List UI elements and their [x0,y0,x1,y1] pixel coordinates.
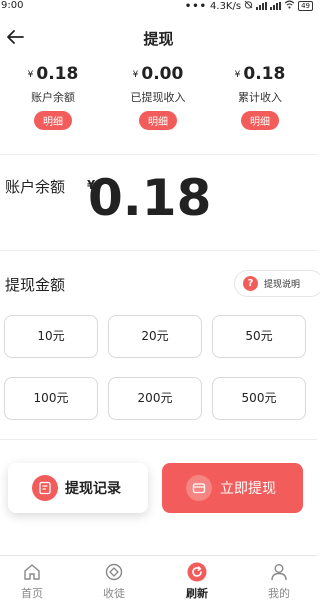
stat-value: 0.18 [36,64,79,84]
amount-option-50[interactable]: 50元 [212,315,306,358]
nav-label: 我的 [268,587,290,600]
records-label: 提现记录 [65,481,121,497]
refresh-icon [187,562,207,582]
page-title: 提现 [143,30,174,48]
stats-row: ¥0.18 账户余额 明细 ¥0.00 已提现收入 明细 ¥0.18 累计收入 … [0,62,317,142]
stat-account-balance: ¥0.18 账户余额 明细 [0,62,106,130]
wifi-icon [284,0,295,12]
amount-option-200[interactable]: 200元 [108,377,202,420]
signal-icon-2 [270,2,282,10]
yen-symbol: ¥ [132,70,139,80]
withdraw-now-label: 立即提现 [220,481,276,497]
amount-option-500[interactable]: 500元 [212,377,306,420]
status-icons: ••• 4.3K/s 49 [185,0,313,12]
amount-option-20[interactable]: 20元 [108,315,202,358]
withdraw-amount-title: 提现金额 [5,276,66,294]
nav-item-home[interactable]: 首页 [0,562,72,601]
notification-dots: ••• [184,0,208,12]
yen-symbol: ¥ [27,70,34,80]
stat-value: 0.18 [243,64,286,84]
stat-total-income: ¥0.18 累计收入 明细 [207,62,313,130]
nav-item-profile[interactable]: 我的 [239,562,319,601]
status-time: 9:00 [1,0,24,11]
network-speed: 4.3K/s [210,0,242,12]
home-icon [24,564,40,580]
stat-amount: ¥0.18 [207,62,313,86]
bottom-nav: 首页 收徒 刷新 我的 [0,555,317,608]
stat-label: 累计收入 [238,91,282,104]
profile-icon [271,564,287,581]
battery-icon: 49 [298,1,313,11]
wallet-icon [186,475,212,501]
nav-label: 刷新 [186,587,208,600]
detail-button-total[interactable]: 明细 [241,111,279,130]
yen-symbol: ¥ [234,70,241,80]
stat-amount: ¥0.18 [0,62,106,86]
stat-value: 0.00 [141,64,184,84]
nav-label: 收徒 [103,587,125,600]
nav-label: 首页 [21,587,43,600]
withdraw-explanation-button[interactable]: ? 提现说明 [234,270,320,297]
alarm-icon [244,0,253,12]
nav-item-refresh[interactable]: 刷新 [157,562,237,601]
recruit-icon [105,563,123,581]
stat-withdrawn-income: ¥0.00 已提现收入 明细 [105,62,211,130]
withdraw-now-button[interactable]: 立即提现 [162,463,303,513]
divider [0,250,317,251]
header: 提现 [0,20,317,54]
status-bar: 9:00 ••• 4.3K/s 49 [0,0,317,14]
divider [0,154,317,155]
stat-label: 账户余额 [31,91,75,104]
detail-button-balance[interactable]: 明细 [34,111,72,130]
detail-button-withdrawn[interactable]: 明细 [139,111,177,130]
question-icon: ? [243,276,258,291]
balance-label: 账户余额 [5,178,66,196]
stat-amount: ¥0.00 [105,62,211,86]
amount-option-100[interactable]: 100元 [4,377,98,420]
balance-value: 0.18 [88,169,212,227]
withdraw-records-button[interactable]: 提现记录 [8,463,148,513]
signal-icon [256,2,268,10]
explain-label: 提现说明 [264,280,301,290]
stat-label: 已提现收入 [130,91,186,104]
nav-item-recruit[interactable]: 收徒 [74,562,154,601]
amount-option-10[interactable]: 10元 [4,315,98,358]
divider [0,439,317,440]
records-icon [32,475,58,501]
